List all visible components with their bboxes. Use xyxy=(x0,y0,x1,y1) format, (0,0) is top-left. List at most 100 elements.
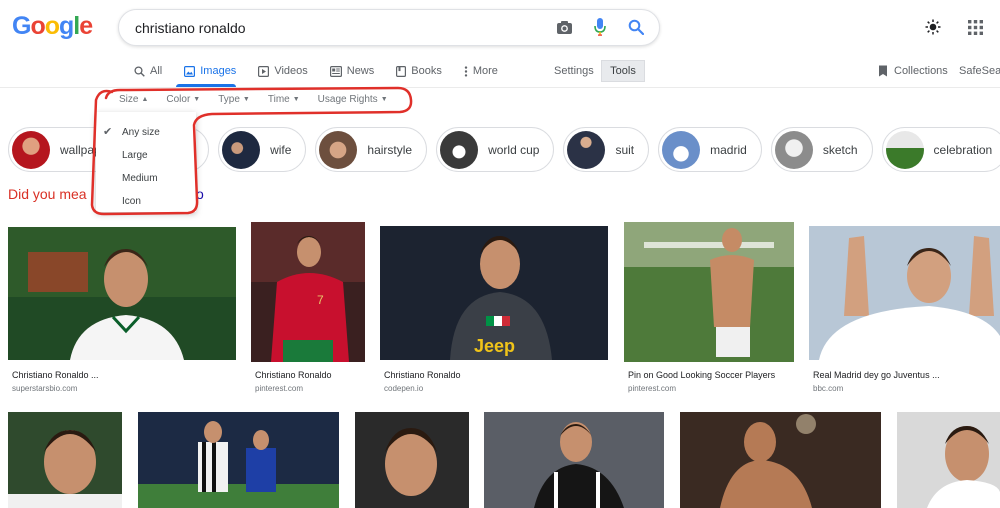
chip-thumbnail xyxy=(662,130,701,169)
image-result[interactable] xyxy=(8,412,122,508)
search-tabs: All Images Videos News Books More xyxy=(134,62,498,80)
image-result[interactable]: Real Madrid dey go Juventus ... bbc.com xyxy=(809,226,1000,397)
did-you-mean-suggestion[interactable]: o xyxy=(196,186,204,202)
image-result[interactable] xyxy=(138,412,339,508)
chip-wife[interactable]: wife xyxy=(218,127,307,172)
chip-world-cup[interactable]: world cup xyxy=(436,127,555,172)
caret-down-icon: ▼ xyxy=(292,96,300,103)
filter-label: Type xyxy=(218,94,240,105)
size-option-label: Icon xyxy=(122,196,141,207)
more-vert-icon xyxy=(464,65,468,77)
size-option-icon[interactable]: Icon xyxy=(96,190,196,213)
result-thumbnail xyxy=(809,226,1000,360)
logo-letter: o xyxy=(44,12,60,40)
tab-label: All xyxy=(150,65,163,77)
brightness-icon[interactable] xyxy=(924,18,942,36)
chip-hairstyle[interactable]: hairstyle xyxy=(315,127,428,172)
result-thumbnail xyxy=(8,227,236,360)
tab-label: More xyxy=(472,65,498,77)
result-title: Christiano Ronaldo xyxy=(255,370,332,380)
tab-more[interactable]: More xyxy=(464,62,498,80)
filter-label: Size xyxy=(119,94,139,105)
size-option-label: Large xyxy=(122,150,148,161)
filter-usage-rights[interactable]: Usage Rights ▼ xyxy=(318,94,388,105)
tab-label: News xyxy=(346,65,375,77)
search-input[interactable]: christiano ronaldo xyxy=(135,20,246,36)
chip-label: hairstyle xyxy=(367,142,413,157)
chip-thumbnail xyxy=(440,130,479,169)
chip-suit[interactable]: suit xyxy=(563,127,650,172)
tab-videos[interactable]: Videos xyxy=(258,62,308,80)
filter-label: Color xyxy=(166,94,191,105)
chip-label: sketch xyxy=(822,142,858,157)
tab-label: Videos xyxy=(274,65,308,77)
chip-madrid[interactable]: madrid xyxy=(658,127,762,172)
result-title: Christiano Ronaldo xyxy=(384,370,461,380)
result-thumbnail xyxy=(624,222,794,362)
tools-filter-bar: Size ▲ Color ▼ Type ▼ Time ▼ Usage Rights ▼ xyxy=(119,94,388,105)
size-option-label: Any size xyxy=(122,127,160,138)
chip-thumbnail xyxy=(885,130,924,169)
chip-label: world cup xyxy=(488,142,540,157)
result-source: codepen.io xyxy=(384,384,424,393)
filter-size[interactable]: Size ▲ xyxy=(119,94,148,105)
result-source: superstarsbio.com xyxy=(12,384,78,393)
check-icon: ✔ xyxy=(103,126,113,138)
filter-time[interactable]: Time ▼ xyxy=(268,94,300,105)
filter-color[interactable]: Color ▼ xyxy=(166,94,200,105)
chip-celebration[interactable]: celebration xyxy=(881,127,1000,172)
search-icon[interactable] xyxy=(627,18,645,36)
image-icon xyxy=(184,65,196,77)
result-thumbnail xyxy=(484,412,664,508)
size-option-any[interactable]: ✔ Any size xyxy=(96,121,196,144)
result-source: pinterest.com xyxy=(628,384,677,393)
tab-images[interactable]: Images xyxy=(184,62,236,80)
image-result[interactable] xyxy=(484,412,664,508)
svg-text:7: 7 xyxy=(317,293,324,307)
image-result[interactable]: 7 Christiano Ronaldo pinterest.com xyxy=(251,222,365,397)
size-option-large[interactable]: Large xyxy=(96,144,196,167)
chip-thumbnail xyxy=(319,130,358,169)
result-thumbnail: 7 xyxy=(251,222,365,362)
filter-label: Usage Rights xyxy=(317,94,378,105)
google-logo[interactable]: Google xyxy=(12,12,93,41)
caret-down-icon: ▼ xyxy=(193,96,201,103)
result-thumbnail xyxy=(8,412,122,508)
settings-link[interactable]: Settings xyxy=(554,65,594,77)
did-you-mean-text: Did you mea xyxy=(8,186,87,202)
size-option-medium[interactable]: Medium xyxy=(96,167,196,190)
search-icon xyxy=(134,65,145,77)
collections-link[interactable]: Collections xyxy=(878,65,948,77)
result-thumbnail xyxy=(355,412,469,508)
image-result[interactable]: Jeep Christiano Ronaldo codepen.io xyxy=(380,226,608,397)
size-option-label: Medium xyxy=(122,173,158,184)
camera-icon[interactable] xyxy=(555,18,573,36)
safesearch-link[interactable]: SafeSear xyxy=(959,65,1000,77)
tab-books[interactable]: Books xyxy=(396,62,442,80)
filter-label: Time xyxy=(267,94,290,105)
search-box[interactable]: christiano ronaldo xyxy=(118,9,660,46)
result-thumbnail xyxy=(680,412,881,508)
book-icon xyxy=(396,65,407,77)
tab-all[interactable]: All xyxy=(134,62,162,80)
caret-up-icon: ▲ xyxy=(141,96,149,103)
image-result[interactable] xyxy=(355,412,469,508)
logo-letter: G xyxy=(12,12,31,40)
filter-type[interactable]: Type ▼ xyxy=(218,94,250,105)
microphone-icon[interactable] xyxy=(591,18,609,36)
tools-button[interactable]: Tools xyxy=(601,60,645,82)
chip-sketch[interactable]: sketch xyxy=(770,127,873,172)
result-title: Real Madrid dey go Juventus ... xyxy=(813,370,940,380)
caret-down-icon: ▼ xyxy=(242,96,250,103)
image-result[interactable] xyxy=(680,412,881,508)
image-result[interactable]: Pin on Good Looking Soccer Players pinte… xyxy=(624,222,794,397)
bookmark-icon xyxy=(879,65,887,77)
result-thumbnail: Jeep xyxy=(380,226,608,360)
tab-news[interactable]: News xyxy=(329,62,375,80)
logo-letter: e xyxy=(79,12,93,40)
chip-thumbnail xyxy=(12,130,50,169)
apps-grid-icon[interactable] xyxy=(966,18,984,36)
image-result[interactable] xyxy=(897,412,1000,508)
image-result[interactable]: Christiano Ronaldo ... superstarsbio.com xyxy=(8,227,236,397)
svg-text:Jeep: Jeep xyxy=(474,336,515,356)
